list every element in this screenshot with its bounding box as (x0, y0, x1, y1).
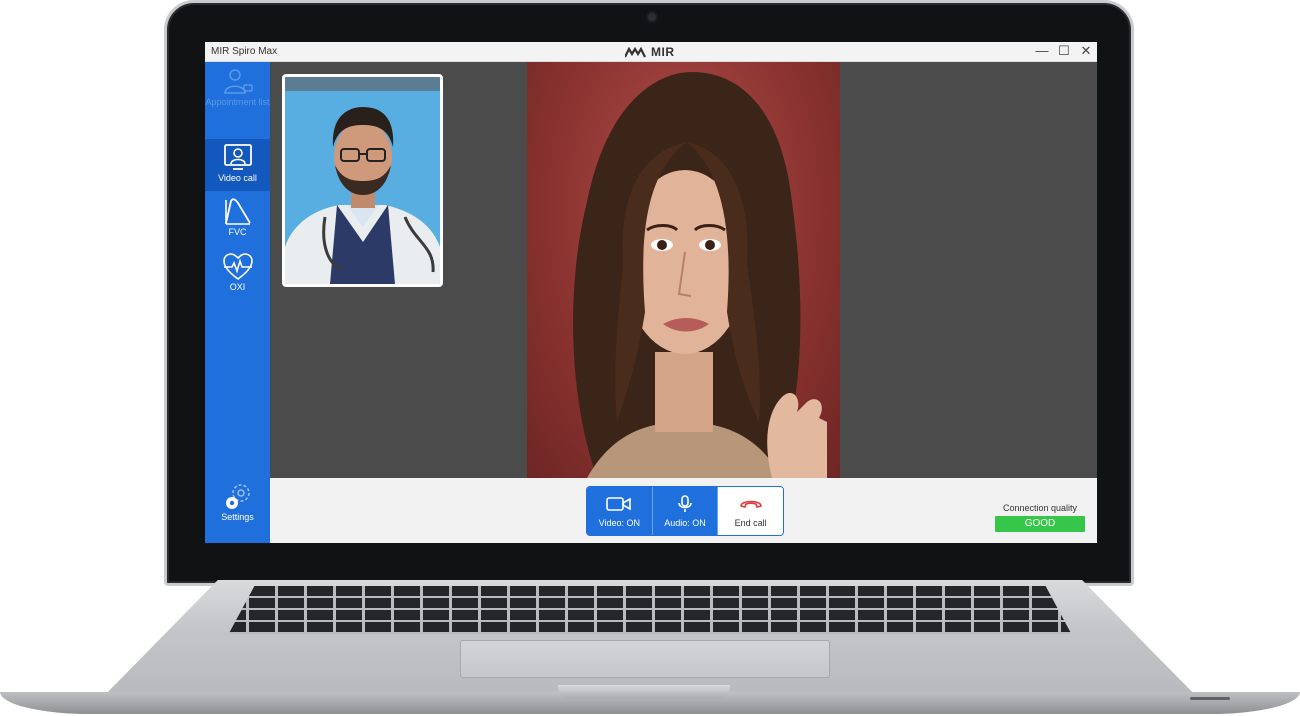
window-controls: — ☐ ✕ (1035, 44, 1093, 58)
remote-participant-video (527, 62, 840, 478)
sidebar-item-label: Appointment list (205, 97, 270, 107)
heart-pulse-icon (222, 253, 253, 280)
call-control-bar: Video: ON Audio: ON End call Connection … (270, 478, 1097, 543)
laptop-indicator (1190, 697, 1230, 700)
brand-name: MIR (651, 45, 675, 59)
video-camera-icon (606, 496, 632, 511)
laptop-keyboard (228, 586, 1072, 634)
appointment-list-icon (223, 69, 253, 94)
mir-logo-icon (625, 46, 646, 57)
laptop-opening-notch (558, 685, 730, 699)
video-call-monitor-icon (223, 144, 252, 170)
app-window: MIR Spiro Max MIR — ☐ ✕ Appointment list (205, 42, 1097, 543)
sidebar-item-label: Video call (218, 173, 257, 183)
end-call-label: End call (734, 517, 767, 528)
microphone-icon (678, 494, 692, 512)
gear-icon (225, 484, 250, 509)
close-button[interactable]: ✕ (1079, 44, 1093, 58)
webcam-dot (648, 13, 656, 21)
brand-logo: MIR (625, 45, 675, 59)
connection-quality: Connection quality GOOD (995, 503, 1085, 532)
call-controls: Video: ON Audio: ON End call (586, 486, 784, 536)
video-toggle-label: Video: ON (598, 517, 641, 528)
sidebar-item-video-call[interactable]: Video call (205, 139, 270, 191)
video-toggle-button[interactable]: Video: ON (587, 487, 652, 535)
minimize-button[interactable]: — (1035, 44, 1049, 58)
settings-label: Settings (221, 512, 254, 522)
audio-toggle-button[interactable]: Audio: ON (651, 487, 718, 535)
sidebar: Appointment list Video call FVC OXI Sett… (205, 62, 270, 543)
connection-quality-label: Connection quality (1002, 503, 1078, 513)
fvc-curve-icon (224, 198, 251, 225)
sidebar-item-label: OXI (229, 282, 246, 292)
laptop-trackpad (460, 640, 830, 678)
patient-portrait (573, 72, 827, 478)
window-title: MIR Spiro Max (211, 46, 278, 57)
laptop-base (0, 580, 1300, 716)
maximize-button[interactable]: ☐ (1057, 44, 1071, 58)
video-area (270, 62, 1097, 478)
title-bar: MIR Spiro Max MIR — ☐ ✕ (205, 42, 1097, 62)
connection-status-badge: GOOD (995, 516, 1085, 532)
sidebar-item-fvc[interactable]: FVC (205, 197, 270, 247)
settings-button[interactable]: Settings (205, 482, 270, 532)
sidebar-item-label: FVC (228, 227, 247, 237)
end-call-button[interactable]: End call (717, 487, 783, 535)
sidebar-item-appointment-list[interactable]: Appointment list (205, 67, 270, 133)
self-view-video[interactable] (282, 74, 443, 287)
doctor-portrait (285, 91, 440, 284)
hang-up-phone-icon (739, 500, 762, 508)
audio-toggle-label: Audio: ON (664, 517, 706, 528)
sidebar-item-oxi[interactable]: OXI (205, 252, 270, 302)
